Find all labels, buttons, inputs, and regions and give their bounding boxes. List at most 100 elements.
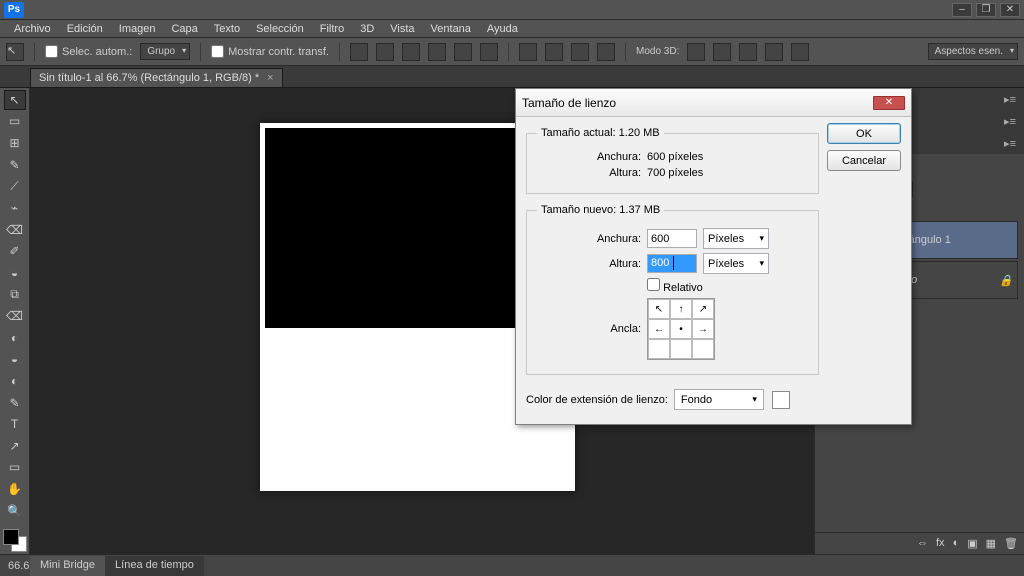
panel-menu-icon[interactable]: ▸≡ — [1000, 137, 1020, 150]
extension-color-swatch[interactable] — [772, 391, 790, 409]
workspace-dropdown[interactable]: Aspectos esen. — [928, 43, 1018, 60]
document-tab-title: Sin título-1 al 66.7% (Rectángulo 1, RGB… — [39, 72, 259, 84]
3d-icon[interactable] — [739, 43, 757, 61]
anchor-grid[interactable]: ↖ ↑ ↗ ← • → — [647, 298, 715, 360]
3d-icon[interactable] — [713, 43, 731, 61]
height-input[interactable]: 800 — [647, 254, 697, 273]
mask-icon[interactable]: ◐ — [953, 537, 960, 550]
heal-tool[interactable]: ⌫ — [4, 220, 26, 240]
extension-color-label: Color de extensión de lienzo: — [526, 394, 668, 406]
relative-checkbox[interactable]: Relativo — [647, 278, 703, 294]
distribute-icon[interactable] — [571, 43, 589, 61]
fx-icon[interactable]: fx — [936, 537, 945, 550]
align-icon[interactable] — [454, 43, 472, 61]
maximize-button[interactable]: ❐ — [976, 3, 996, 17]
tab-mini-bridge[interactable]: Mini Bridge — [30, 556, 105, 576]
anchor-cell[interactable]: ↗ — [692, 299, 714, 319]
menu-window[interactable]: Ventana — [423, 21, 479, 37]
menu-text[interactable]: Texto — [206, 21, 248, 37]
width-input[interactable] — [647, 229, 697, 248]
auto-select-mode-dropdown[interactable]: Grupo — [140, 43, 190, 60]
height-unit-dropdown[interactable]: Píxeles — [703, 253, 769, 274]
hand-tool[interactable]: ✋ — [4, 479, 26, 499]
menu-3d[interactable]: 3D — [352, 21, 382, 37]
align-icon[interactable] — [376, 43, 394, 61]
close-window-button[interactable]: ✕ — [1000, 3, 1020, 17]
marquee-tool[interactable]: ▭ — [4, 112, 26, 132]
extension-color-dropdown[interactable]: Fondo — [674, 389, 764, 410]
history-brush-tool[interactable]: ⧉ — [4, 285, 26, 305]
eyedropper-tool[interactable]: ⌁ — [4, 198, 26, 218]
menu-select[interactable]: Selección — [248, 21, 312, 37]
show-transform-checkbox[interactable]: Mostrar contr. transf. — [211, 45, 329, 58]
eraser-tool[interactable]: ⌫ — [4, 306, 26, 326]
current-height-value: 700 píxeles — [647, 167, 703, 179]
anchor-cell[interactable]: • — [670, 319, 692, 339]
align-icon[interactable] — [402, 43, 420, 61]
link-layers-icon[interactable]: ⇔ — [917, 537, 928, 550]
lasso-tool[interactable]: ⊞ — [4, 133, 26, 153]
path-select-tool[interactable]: ↗ — [4, 436, 26, 456]
brush-tool[interactable]: ✐ — [4, 241, 26, 261]
shape-tool[interactable]: ▭ — [4, 458, 26, 478]
auto-select-checkbox[interactable]: Selec. autom.: — [45, 45, 132, 58]
new-layer-icon[interactable]: ▦ — [986, 537, 996, 550]
align-icon[interactable] — [428, 43, 446, 61]
3d-icon[interactable] — [791, 43, 809, 61]
anchor-cell[interactable] — [670, 339, 692, 359]
move-tool[interactable]: ↖ — [4, 90, 26, 110]
anchor-cell[interactable]: ↖ — [648, 299, 670, 319]
gradient-tool[interactable]: ◐ — [4, 328, 26, 348]
panel-menu-icon[interactable]: ▸≡ — [1000, 93, 1020, 106]
menu-image[interactable]: Imagen — [111, 21, 164, 37]
width-unit-dropdown[interactable]: Píxeles — [703, 228, 769, 249]
panel-menu-icon[interactable]: ▸≡ — [1000, 115, 1020, 128]
menu-help[interactable]: Ayuda — [479, 21, 526, 37]
toolbox: ↖ ▭ ⊞ ✎ ⟋ ⌁ ⌫ ✐ ◒ ⧉ ⌫ ◐ ◒ ◐ ✎ T ↗ ▭ ✋ 🔍 — [0, 88, 30, 554]
menu-filter[interactable]: Filtro — [312, 21, 352, 37]
dodge-tool[interactable]: ◐ — [4, 371, 26, 391]
document-tab[interactable]: Sin título-1 al 66.7% (Rectángulo 1, RGB… — [30, 68, 283, 87]
cancel-button[interactable]: Cancelar — [827, 150, 901, 171]
height-label: Altura: — [537, 167, 647, 179]
new-size-group: Tamaño nuevo: 1.37 MB Anchura: Píxeles A… — [526, 204, 819, 375]
distribute-icon[interactable] — [545, 43, 563, 61]
distribute-icon[interactable] — [519, 43, 537, 61]
magic-wand-tool[interactable]: ✎ — [4, 155, 26, 175]
tab-timeline[interactable]: Línea de tiempo — [105, 556, 204, 576]
pen-tool[interactable]: ✎ — [4, 393, 26, 413]
3d-icon[interactable] — [765, 43, 783, 61]
menu-view[interactable]: Vista — [382, 21, 422, 37]
height-label: Altura: — [537, 258, 647, 270]
dialog-title: Tamaño de lienzo — [522, 96, 616, 110]
minimize-button[interactable]: – — [952, 3, 972, 17]
blur-tool[interactable]: ◒ — [4, 350, 26, 370]
align-icon[interactable] — [350, 43, 368, 61]
stamp-tool[interactable]: ◒ — [4, 263, 26, 283]
anchor-cell[interactable]: ← — [648, 319, 670, 339]
crop-tool[interactable]: ⟋ — [4, 177, 26, 197]
foreground-color-swatch[interactable] — [3, 529, 19, 545]
color-swatches[interactable] — [3, 529, 27, 553]
ok-button[interactable]: OK — [827, 123, 901, 144]
current-width-value: 600 píxeles — [647, 151, 703, 163]
menu-layer[interactable]: Capa — [163, 21, 205, 37]
type-tool[interactable]: T — [4, 414, 26, 434]
distribute-icon[interactable] — [597, 43, 615, 61]
new-group-icon[interactable]: ▣ — [967, 537, 977, 550]
anchor-cell[interactable] — [692, 339, 714, 359]
anchor-cell[interactable] — [648, 339, 670, 359]
anchor-cell[interactable]: → — [692, 319, 714, 339]
3d-icon[interactable] — [687, 43, 705, 61]
new-size-legend: Tamaño nuevo: 1.37 MB — [537, 204, 664, 216]
width-label: Anchura: — [537, 233, 647, 245]
menu-file[interactable]: Archivo — [6, 21, 59, 37]
menu-edit[interactable]: Edición — [59, 21, 111, 37]
current-size-legend: Tamaño actual: 1.20 MB — [537, 127, 664, 139]
align-icon[interactable] — [480, 43, 498, 61]
delete-layer-icon[interactable]: 🗑 — [1004, 537, 1018, 550]
dialog-close-button[interactable]: ✕ — [873, 96, 905, 110]
zoom-tool[interactable]: 🔍 — [4, 501, 26, 521]
anchor-cell[interactable]: ↑ — [670, 299, 692, 319]
close-tab-icon[interactable]: × — [267, 72, 273, 84]
